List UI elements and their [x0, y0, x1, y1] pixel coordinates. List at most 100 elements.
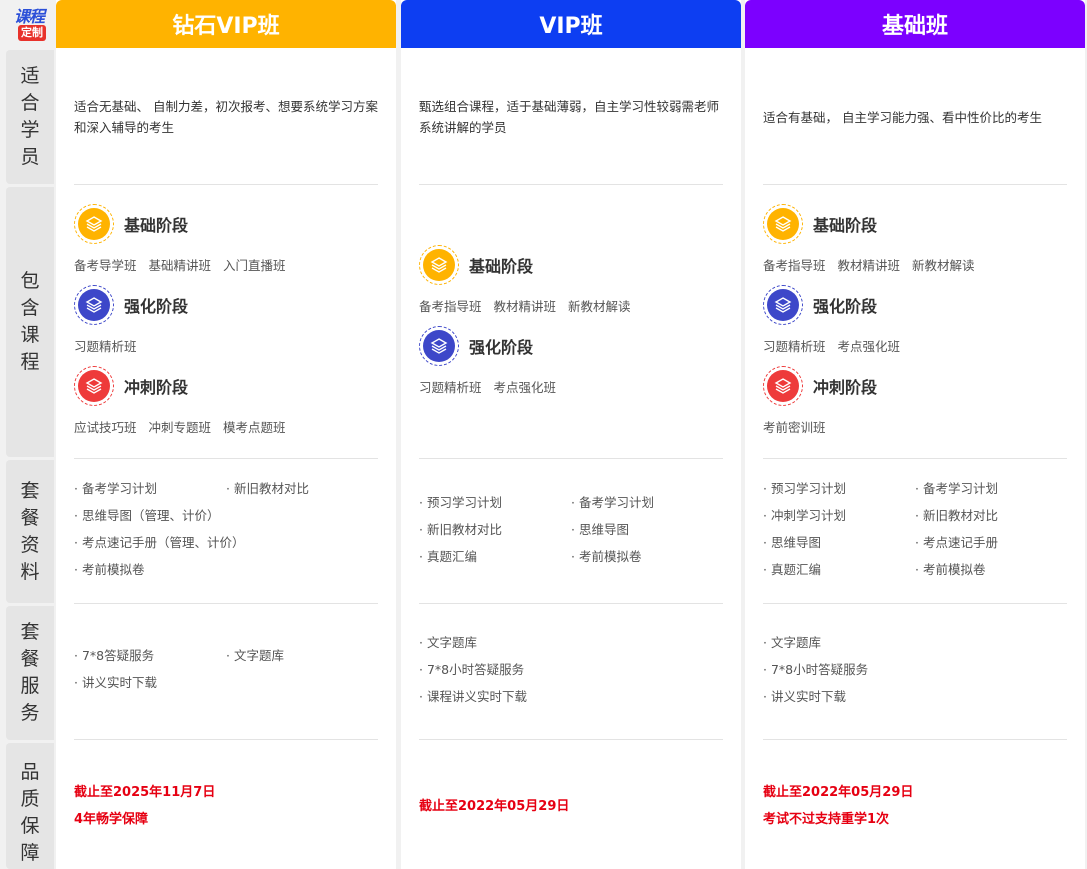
material-item: · 备考学习计划	[915, 481, 998, 496]
guarantee-section: 截止至2022年05月29日	[419, 793, 723, 820]
layers-icon	[74, 203, 114, 244]
stage-sprint: 冲刺阶段	[763, 365, 1067, 406]
service-item: · 文字题库	[226, 648, 284, 663]
material-item: · 考点速记手册（管理、计价）	[74, 535, 245, 550]
material-item: · 思维导图	[571, 522, 629, 537]
course-item[interactable]: 新教材解读	[912, 255, 975, 274]
suitable-text: 适合有基础， 自主学习能力强、看中性价比的考生	[763, 109, 1042, 125]
divider	[74, 458, 378, 459]
guarantee-section: 截止至2022年05月29日 考试不过支持重学1次	[763, 779, 1067, 833]
course-item[interactable]: 备考指导班	[763, 255, 826, 274]
logo-line-2: 定制	[18, 25, 46, 41]
guarantee-text: 考试不过支持重学1次	[763, 812, 890, 827]
materials-section: · 预习学习计划 · 备考学习计划 · 新旧教材对比 · 思维导图 · 真题汇编…	[419, 494, 723, 566]
divider	[419, 739, 723, 740]
course-item[interactable]: 备考指导班	[419, 296, 482, 315]
services-section: · 文字题库 · 7*8小时答疑服务 · 课程讲义实时下载	[419, 634, 723, 706]
material-item: · 考点速记手册	[915, 535, 998, 550]
service-item: · 文字题库	[419, 635, 477, 650]
course-item[interactable]: 新教材解读	[568, 296, 631, 315]
material-item: · 考前模拟卷	[571, 549, 642, 564]
plan-header[interactable]: VIP班	[401, 0, 741, 48]
services-section: · 7*8答疑服务 · 文字题库 · 讲义实时下载	[74, 647, 378, 692]
divider	[419, 184, 723, 185]
stage-sprint: 冲刺阶段	[74, 365, 378, 406]
course-item[interactable]: 备考导学班	[74, 255, 137, 274]
divider	[74, 739, 378, 740]
stage-title: 冲刺阶段	[124, 377, 189, 397]
course-item[interactable]: 应试技巧班	[74, 417, 137, 436]
service-item: · 课程讲义实时下载	[419, 689, 527, 704]
material-item: · 预习学习计划	[419, 495, 502, 510]
course-item[interactable]: 习题精析班	[74, 336, 137, 355]
stage-title: 冲刺阶段	[813, 377, 878, 397]
course-item[interactable]: 考点强化班	[494, 377, 557, 396]
stage-title: 基础阶段	[469, 256, 534, 276]
course-item[interactable]: 习题精析班	[763, 336, 826, 355]
material-item: · 新旧教材对比	[915, 508, 998, 523]
course-list: 习题精析班	[74, 325, 378, 365]
guarantee-text: 截止至2025年11月7日	[74, 785, 216, 800]
course-item[interactable]: 教材精讲班	[494, 296, 557, 315]
stage-basic: 基础阶段	[763, 203, 1067, 244]
material-item: · 考前模拟卷	[74, 562, 145, 577]
layers-icon	[419, 244, 459, 285]
guarantee-text: 截止至2022年05月29日	[763, 785, 914, 800]
course-item[interactable]: 考点强化班	[838, 336, 901, 355]
service-item: · 讲义实时下载	[763, 689, 846, 704]
plan-column-diamond-vip: 钻石VIP班 适合无基础、 自制力差，初次报考、想要系统学习方案和深入辅导的考生…	[56, 0, 396, 869]
divider	[763, 603, 1067, 604]
course-list: 考前密训班	[763, 406, 1067, 446]
course-list: 习题精析班 考点强化班	[419, 366, 723, 406]
suitable-text: 适合无基础、 自制力差，初次报考、想要系统学习方案和深入辅导的考生	[74, 99, 378, 135]
course-item[interactable]: 模考点题班	[223, 417, 286, 436]
course-item[interactable]: 教材精讲班	[838, 255, 901, 274]
guarantee-section: 截止至2025年11月7日 4年畅学保障	[74, 779, 378, 833]
course-list: 备考指导班 教材精讲班 新教材解读	[763, 244, 1067, 284]
row-label-suitable: 适合学员	[6, 50, 54, 184]
courses-section: 基础阶段 备考指导班 教材精讲班 新教材解读 强化阶段 习题精析班 考点强化班	[419, 244, 723, 406]
layers-icon	[419, 325, 459, 366]
course-item[interactable]: 考前密训班	[763, 417, 826, 436]
course-list: 习题精析班 考点强化班	[763, 325, 1067, 365]
plan-header[interactable]: 基础班	[745, 0, 1085, 48]
plan-header[interactable]: 钻石VIP班	[56, 0, 396, 48]
divider	[763, 739, 1067, 740]
plan-column-vip: VIP班 甄选组合课程，适于基础薄弱，自主学习性较弱需老师系统讲解的学员 基础阶…	[401, 0, 741, 869]
stage-title: 强化阶段	[124, 296, 189, 316]
service-item: · 7*8小时答疑服务	[419, 662, 525, 677]
layers-icon	[763, 365, 803, 406]
material-item: · 冲刺学习计划	[763, 508, 846, 523]
divider	[74, 603, 378, 604]
stage-basic: 基础阶段	[74, 203, 378, 244]
material-item: · 考前模拟卷	[915, 562, 986, 577]
row-label-courses: 包含课程	[6, 187, 54, 457]
material-item: · 新旧教材对比	[419, 522, 502, 537]
courses-section: 基础阶段 备考导学班 基础精讲班 入门直播班 强化阶段 习题精析班 冲刺阶段 应…	[74, 203, 378, 446]
service-item: · 文字题库	[763, 635, 821, 650]
divider	[74, 184, 378, 185]
guarantee-text: 截止至2022年05月29日	[419, 799, 570, 814]
material-item: · 预习学习计划	[763, 481, 846, 496]
services-section: · 文字题库 · 7*8小时答疑服务 · 讲义实时下载	[763, 634, 1067, 706]
layers-icon	[763, 284, 803, 325]
course-list: 备考指导班 教材精讲班 新教材解读	[419, 285, 723, 325]
materials-section: · 预习学习计划 · 备考学习计划 · 冲刺学习计划 · 新旧教材对比 · 思维…	[763, 480, 1067, 579]
courses-section: 基础阶段 备考指导班 教材精讲班 新教材解读 强化阶段 习题精析班 考点强化班 …	[763, 203, 1067, 446]
stage-strengthen: 强化阶段	[419, 325, 723, 366]
stage-basic: 基础阶段	[419, 244, 723, 285]
stage-title: 基础阶段	[124, 215, 189, 235]
layers-icon	[763, 203, 803, 244]
stage-strengthen: 强化阶段	[763, 284, 1067, 325]
course-item[interactable]: 冲刺专题班	[149, 417, 212, 436]
stage-title: 强化阶段	[813, 296, 878, 316]
course-list: 应试技巧班 冲刺专题班 模考点题班	[74, 406, 378, 446]
course-list: 备考导学班 基础精讲班 入门直播班	[74, 244, 378, 284]
service-item: · 7*8答疑服务	[74, 648, 155, 663]
course-item[interactable]: 基础精讲班	[149, 255, 212, 274]
course-item[interactable]: 入门直播班	[223, 255, 286, 274]
service-item: · 讲义实时下载	[74, 675, 157, 690]
layers-icon	[74, 284, 114, 325]
divider	[763, 458, 1067, 459]
course-item[interactable]: 习题精析班	[419, 377, 482, 396]
